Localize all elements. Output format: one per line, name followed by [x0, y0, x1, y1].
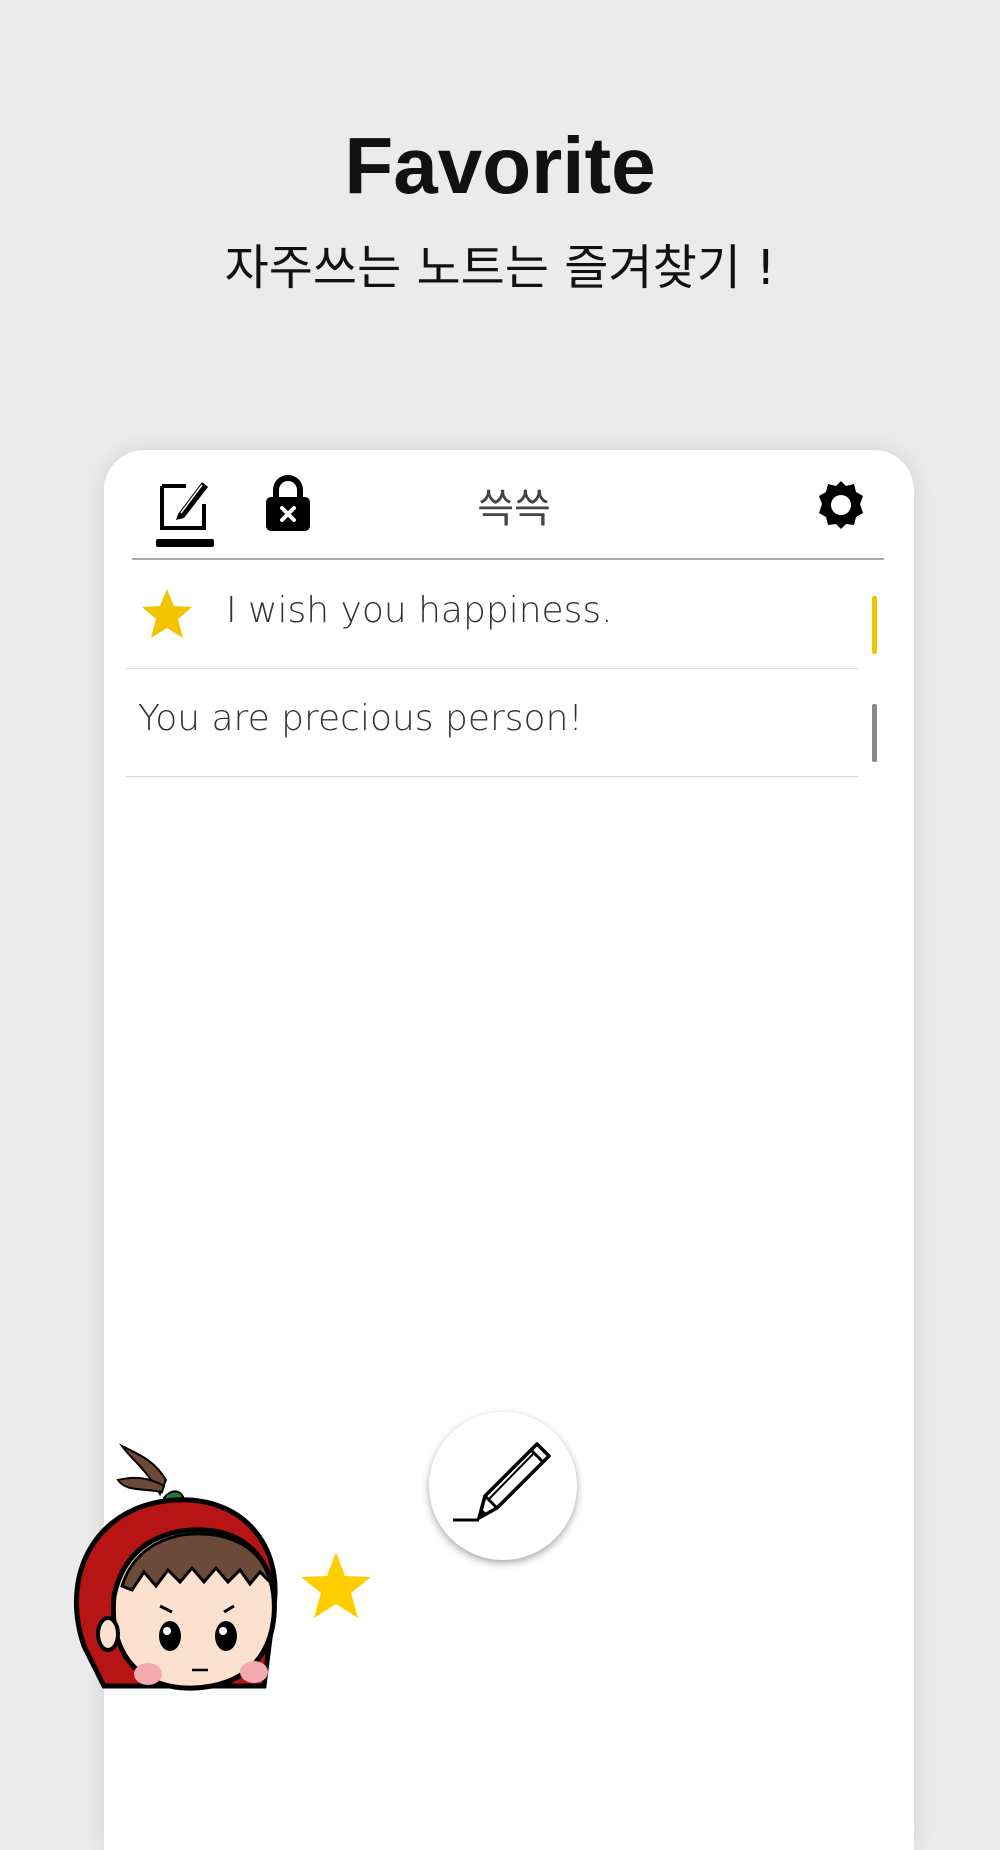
mascot-illustration — [74, 1443, 371, 1691]
note-item[interactable]: You are precious person! — [126, 668, 858, 777]
new-note-button[interactable] — [429, 1412, 577, 1560]
note-item[interactable]: I wish you happiness. — [126, 560, 858, 669]
edit-note-icon — [160, 482, 208, 530]
favorite-marker — [872, 596, 877, 654]
gear-icon — [819, 481, 863, 529]
note-text: I wish you happiness. — [226, 590, 613, 631]
promo-headline: Favorite — [344, 121, 656, 210]
toolbar: 쓱쓱 — [104, 450, 914, 560]
promo-subline: 자주쓰는 노트는 즐겨찾기 ! — [224, 240, 776, 296]
app-title: 쓱쓱 — [477, 486, 551, 532]
note-text: You are precious person! — [138, 698, 583, 739]
star-icon — [142, 589, 192, 638]
tab-notes[interactable] — [156, 474, 212, 532]
lock-icon — [266, 475, 310, 531]
active-tab-indicator — [156, 539, 214, 547]
pencil-icon — [453, 1442, 551, 1522]
settings-button[interactable] — [816, 480, 866, 530]
note-marker — [872, 704, 877, 762]
tab-lock[interactable] — [264, 474, 312, 532]
